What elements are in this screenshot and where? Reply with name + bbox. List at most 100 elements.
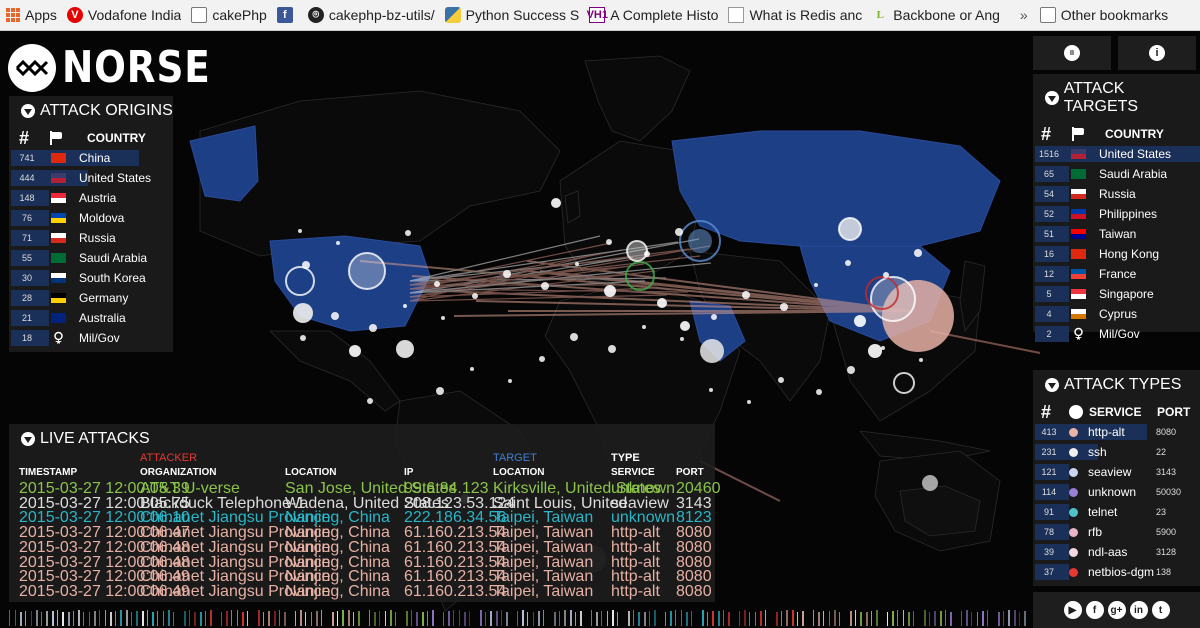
bookmark-vodafone[interactable]: V Vodafone India <box>61 0 185 30</box>
country-row[interactable]: 18 Mil/Gov <box>11 328 173 348</box>
attack-type-row[interactable]: 91 telnet 23 <box>1035 502 1200 522</box>
ticker-mark <box>501 610 502 626</box>
attack-type-row[interactable]: 78 rfb 5900 <box>1035 522 1200 542</box>
ticker-mark <box>94 611 96 626</box>
bookmark-fb[interactable]: f <box>271 0 302 30</box>
country-name: Saudi Arabia <box>79 251 148 265</box>
linkedin-icon[interactable]: in <box>1129 601 1148 619</box>
ticker-mark <box>1008 610 1010 626</box>
ticker-mark <box>570 610 572 626</box>
land-mass <box>269 330 401 412</box>
country-row[interactable]: 28 Germany <box>11 288 173 308</box>
ticker-mark <box>850 611 852 626</box>
country-row[interactable]: 65 Saudi Arabia <box>1035 164 1200 184</box>
ticker-mark <box>1024 611 1026 626</box>
bookmark-cakephp[interactable]: cakePhp <box>185 0 270 30</box>
ticker-mark <box>802 611 804 626</box>
country-row[interactable]: 12 France <box>1035 264 1200 284</box>
country-flag-icon <box>50 173 66 183</box>
country-row[interactable]: 76 Moldova <box>11 208 173 228</box>
country-row[interactable]: 71 Russia <box>11 228 173 248</box>
bookmark-apps[interactable]: Apps <box>0 0 61 30</box>
country-row[interactable]: 52 Philippines <box>1035 204 1200 224</box>
bookmark-vh1[interactable]: VH1 A Complete Histo <box>583 0 722 30</box>
bookmark-python[interactable]: Python Success S <box>439 0 584 30</box>
more-bookmarks-button[interactable]: » <box>1020 7 1028 23</box>
info-button[interactable]: i <box>1118 36 1196 70</box>
service-color-dot <box>1069 567 1078 577</box>
ticker-mark <box>596 612 598 626</box>
service-color-dot <box>1069 447 1078 457</box>
ticker-mark <box>665 612 666 626</box>
bookmark-backbone[interactable]: L Backbone or Ang <box>866 0 1004 30</box>
country-row[interactable]: 4 Cyprus <box>1035 304 1200 324</box>
attack-type-row[interactable]: 39 ndl-aas 3128 <box>1035 542 1200 562</box>
country-name: Cyprus <box>1099 307 1138 321</box>
ticker-mark <box>406 611 408 626</box>
live-attacks-toggle[interactable]: LIVE ATTACKS <box>9 424 715 448</box>
ticker-mark <box>194 612 196 626</box>
service-header: SERVICE <box>1089 405 1142 419</box>
ticker-mark <box>15 610 16 626</box>
ticker-mark <box>977 612 978 626</box>
country-row[interactable]: 54 Russia <box>1035 184 1200 204</box>
live-cell-ip: 61.160.213.54 <box>404 582 507 600</box>
country-row[interactable]: 5 Singapore <box>1035 284 1200 304</box>
ticker-mark <box>686 612 688 626</box>
country-row[interactable]: 16 Hong Kong <box>1035 244 1200 264</box>
ticker-mark <box>189 610 190 626</box>
flag-cell <box>43 293 73 303</box>
country-name: Austria <box>79 191 117 205</box>
ticker-mark <box>776 612 778 626</box>
google-plus-icon[interactable]: g+ <box>1107 601 1126 619</box>
ticker-mark <box>432 610 434 626</box>
ticker-mark <box>200 612 202 626</box>
bookmark-redis[interactable]: What is Redis anc <box>722 0 866 30</box>
country-row[interactable]: 148 Austria <box>11 188 173 208</box>
vodafone-icon: V <box>66 7 83 23</box>
attack-type-row[interactable]: 121 seaview 3143 <box>1035 462 1200 482</box>
flag-cell <box>1063 149 1093 159</box>
ticker-mark <box>395 612 396 626</box>
attack-dot <box>675 228 683 236</box>
attack-count: 16 <box>1043 249 1054 259</box>
service-name: ndl-aas <box>1088 545 1128 559</box>
attack-type-row[interactable]: 231 ssh 22 <box>1035 442 1200 462</box>
country-flag-icon <box>51 331 66 345</box>
service-port: 5900 <box>1156 527 1177 537</box>
bookmark-gh[interactable]: ⌾ cakephp-bz-utils/ <box>302 0 439 30</box>
attack-count: 18 <box>21 333 32 343</box>
ticker-mark <box>136 611 138 626</box>
ticker-mark <box>89 612 90 626</box>
attack-origins-panel: ATTACK ORIGINS # COUNTRY 741 China 444 Unit… <box>9 96 173 352</box>
facebook-icon[interactable]: f <box>1085 601 1104 619</box>
attack-type-row[interactable]: 114 unknown 50030 <box>1035 482 1200 502</box>
ticker-mark <box>231 610 232 626</box>
country-row[interactable]: 21 Australia <box>11 308 173 328</box>
ticker-mark <box>792 610 794 626</box>
attack-count: 76 <box>21 213 32 223</box>
country-row[interactable]: 1516 United States <box>1035 144 1200 164</box>
attack-targets-toggle[interactable]: ATTACK TARGETS <box>1033 74 1200 116</box>
attack-count: 231 <box>1041 447 1057 457</box>
other-bookmarks[interactable]: Other bookmarks <box>1034 0 1172 30</box>
country-row[interactable]: 2 Mil/Gov <box>1035 324 1200 344</box>
attack-types-toggle[interactable]: ATTACK TYPES <box>1033 370 1200 394</box>
attack-type-row[interactable]: 413 http-alt 8080 <box>1035 422 1200 442</box>
attack-type-row[interactable]: 37 netbios-dgm 138 <box>1035 562 1200 582</box>
attack-origins-toggle[interactable]: ATTACK ORIGINS <box>9 96 173 120</box>
attack-impact-circle <box>854 315 866 327</box>
country-name: Moldova <box>79 211 125 225</box>
ticker-mark <box>300 610 302 626</box>
ticker-mark <box>9 610 10 626</box>
country-row[interactable]: 55 Saudi Arabia <box>11 248 173 268</box>
country-row[interactable]: 741 China <box>11 148 173 168</box>
twitter-icon[interactable]: t <box>1151 601 1170 619</box>
flag-cell <box>1063 249 1093 259</box>
country-row[interactable]: 30 South Korea <box>11 268 173 288</box>
land-mass <box>584 55 691 142</box>
pause-button[interactable]: II <box>1033 36 1111 70</box>
country-row[interactable]: 51 Taiwan <box>1035 224 1200 244</box>
country-row[interactable]: 444 United States <box>11 168 173 188</box>
youtube-icon[interactable]: ▶ <box>1063 601 1082 619</box>
